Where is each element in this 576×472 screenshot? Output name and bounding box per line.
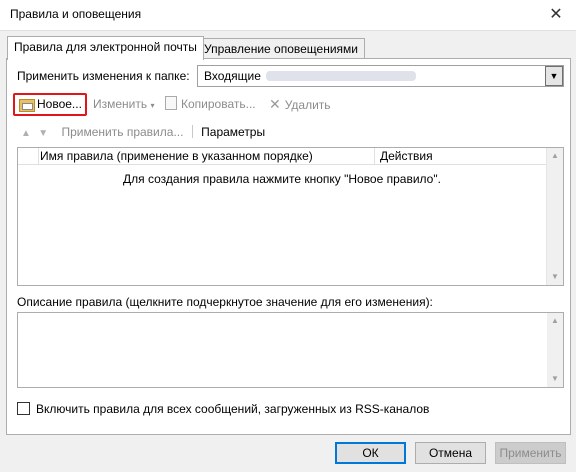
scroll-up-icon[interactable]: ▲ — [547, 313, 563, 329]
toolbar-separator — [191, 125, 193, 138]
dropdown-arrow-icon: ▾ — [150, 101, 155, 110]
rules-empty-message: Для создания правила нажмите кнопку "Нов… — [123, 172, 441, 186]
folder-label: Применить изменения к папке: — [17, 69, 190, 83]
edit-rule-button[interactable]: Изменить ▾ — [93, 93, 155, 115]
edit-rule-label: Изменить — [93, 97, 148, 111]
rules-list-header: Имя правила (применение в указанном поря… — [18, 148, 546, 165]
column-header-actions[interactable]: Действия — [380, 149, 433, 163]
options-button[interactable]: Параметры — [201, 125, 265, 139]
cancel-button[interactable]: Отмена — [415, 442, 486, 464]
move-up-icon[interactable]: ▲ — [21, 128, 31, 139]
checkbox-column-header — [22, 149, 42, 163]
rules-panel: Применить изменения к папке: Входящие ▼ … — [6, 58, 571, 435]
column-divider — [374, 148, 375, 164]
scroll-down-icon[interactable]: ▼ — [547, 269, 563, 285]
delete-icon: ✕ — [269, 96, 281, 112]
close-icon[interactable]: ✕ — [536, 0, 576, 30]
column-divider — [38, 148, 39, 164]
rss-rules-checkbox[interactable] — [17, 402, 30, 415]
rules-list-scrollbar[interactable]: ▲ ▼ — [546, 148, 563, 285]
chevron-down-icon[interactable]: ▼ — [545, 66, 563, 86]
window-title: Правила и оповещения — [10, 7, 142, 21]
folder-select[interactable]: Входящие ▼ — [197, 65, 564, 87]
rule-description-box[interactable]: ▲ ▼ — [17, 312, 564, 388]
copy-rule-button[interactable]: Копировать... — [165, 93, 256, 115]
copy-icon — [165, 96, 177, 110]
rss-rules-option[interactable]: Включить правила для всех сообщений, заг… — [17, 402, 429, 416]
tab-manage-alerts[interactable]: Управление оповещениями — [197, 38, 365, 59]
move-down-icon[interactable]: ▼ — [38, 128, 48, 139]
rss-rules-label: Включить правила для всех сообщений, заг… — [36, 402, 430, 416]
apply-rules-button[interactable]: Применить правила... — [62, 125, 184, 139]
scroll-down-icon[interactable]: ▼ — [547, 371, 563, 387]
folder-value: Входящие — [204, 69, 261, 83]
apply-button[interactable]: Применить — [495, 442, 566, 464]
ok-button[interactable]: ОК — [335, 442, 406, 464]
tab-email-rules[interactable]: Правила для электронной почты — [7, 36, 204, 60]
column-header-rule-name[interactable]: Имя правила (применение в указанном поря… — [40, 149, 313, 163]
new-rule-label: Новое... — [37, 97, 82, 111]
new-rule-icon — [19, 99, 35, 112]
rules-list[interactable]: Имя правила (применение в указанном поря… — [17, 147, 564, 286]
copy-rule-label: Копировать... — [181, 97, 256, 111]
delete-rule-label: Удалить — [284, 98, 331, 112]
delete-rule-button[interactable]: ✕ Удалить — [269, 93, 331, 115]
new-rule-button[interactable]: Новое... — [13, 93, 87, 116]
rules-order-bar: ▲ ▼ Применить правила... Параметры — [21, 125, 265, 141]
description-label: Описание правила (щелкните подчеркнутое … — [17, 295, 433, 309]
title-bar: Правила и оповещения ✕ — [0, 0, 576, 31]
folder-account-redacted — [266, 71, 416, 81]
scroll-up-icon[interactable]: ▲ — [547, 148, 563, 164]
description-scrollbar[interactable]: ▲ ▼ — [547, 313, 563, 387]
